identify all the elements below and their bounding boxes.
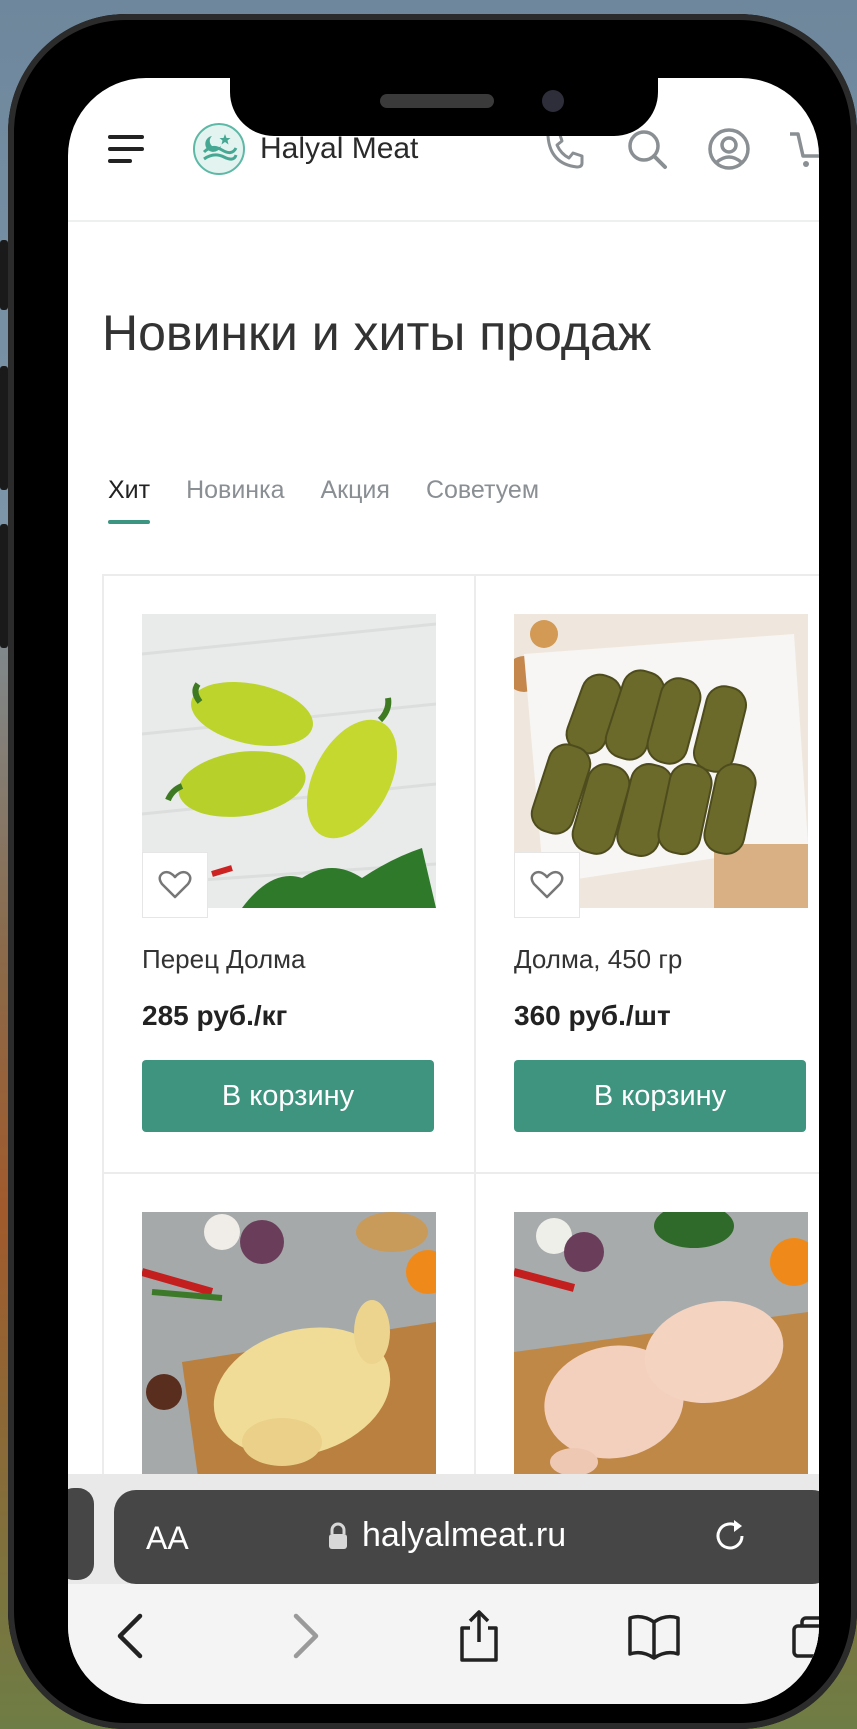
share-icon[interactable] <box>456 1608 502 1664</box>
tab-sale[interactable]: Акция <box>321 476 390 536</box>
product-name[interactable]: Перец Долма <box>142 944 305 975</box>
camera <box>542 90 564 112</box>
product-card: Долма, 450 гр 360 руб./шт В корзину <box>476 576 819 1174</box>
tab-recommend[interactable]: Советуем <box>426 476 539 536</box>
text-size-button[interactable]: AA <box>146 1520 189 1557</box>
url-text[interactable]: halyalmeat.ru <box>362 1516 566 1555</box>
address-bar[interactable]: AA halyalmeat.ru <box>114 1490 819 1584</box>
product-price: 285 руб./кг <box>142 1000 288 1031</box>
notch <box>230 78 658 136</box>
account-icon[interactable] <box>706 126 752 172</box>
logo-icon[interactable] <box>192 122 246 176</box>
forward-icon[interactable] <box>282 1608 328 1664</box>
cart-icon[interactable] <box>788 126 819 172</box>
page-title: Новинки и хиты продаж <box>102 305 652 361</box>
product-card: Перец Долма 285 руб./кг В корзину <box>102 576 476 1174</box>
add-to-cart-button[interactable]: В корзину <box>514 1060 806 1132</box>
volume-down-button <box>0 524 8 648</box>
product-tabs: Хит Новинка Акция Советуем <box>108 476 575 536</box>
lock-icon <box>329 1522 347 1549</box>
product-photo-chicken[interactable] <box>142 1212 436 1506</box>
heart-icon <box>158 870 192 899</box>
heart-icon <box>530 870 564 899</box>
volume-up-button <box>0 366 8 490</box>
browser-address-area: AA halyalmeat.ru <box>68 1474 819 1584</box>
tab-new[interactable]: Новинка <box>186 476 284 536</box>
favorite-button[interactable] <box>514 852 580 918</box>
search-icon[interactable] <box>624 126 670 172</box>
browser-toolbar <box>68 1584 819 1704</box>
mute-switch <box>0 240 8 310</box>
reload-icon[interactable] <box>710 1516 750 1556</box>
favorite-button[interactable] <box>142 852 208 918</box>
bookmarks-icon[interactable] <box>626 1608 682 1664</box>
tabs-icon[interactable] <box>790 1608 819 1664</box>
product-grid: Перец Долма 285 руб./кг В корзину Долма,… <box>102 574 819 1574</box>
add-to-cart-button[interactable]: В корзину <box>142 1060 434 1132</box>
product-photo-chicken[interactable] <box>514 1212 808 1506</box>
product-name[interactable]: Долма, 450 гр <box>514 944 682 975</box>
brand-name[interactable]: Halyal Meat <box>260 132 418 166</box>
browser-screen: Halyal Meat Новинки и хиты продаж Хит Но… <box>68 78 819 1704</box>
speaker <box>380 94 494 108</box>
back-icon[interactable] <box>108 1608 154 1664</box>
product-price: 360 руб./шт <box>514 1000 671 1031</box>
phone-frame: Halyal Meat Новинки и хиты продаж Хит Но… <box>8 14 857 1729</box>
previous-tab-preview[interactable] <box>68 1488 94 1580</box>
menu-icon[interactable] <box>108 135 144 163</box>
tab-hit[interactable]: Хит <box>108 476 151 536</box>
